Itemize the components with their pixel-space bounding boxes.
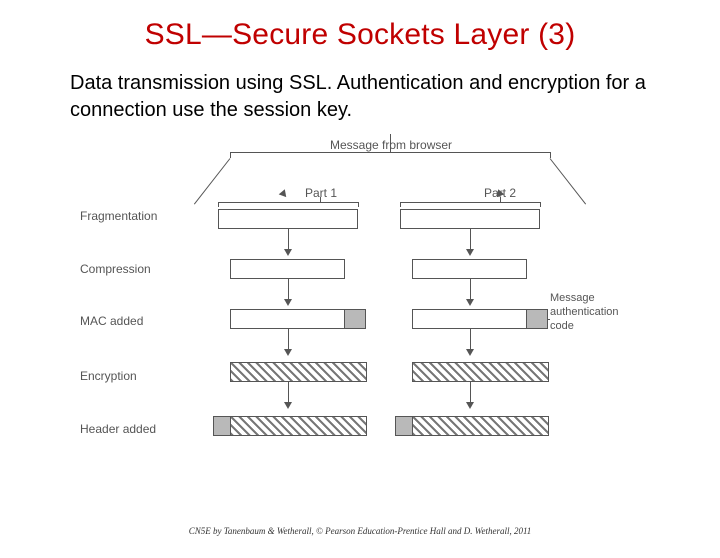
comp-bar-2 [412,259,527,279]
label-mac-side: Message authentication code [550,292,640,333]
enc-bar-2 [412,362,549,382]
enc-bar-1 [230,362,367,382]
label-encryption: Encryption [80,369,137,383]
page-subtitle: Data transmission using SSL. Authenticat… [70,70,650,124]
hdr-block-2 [395,416,413,436]
label-top: Message from browser [330,138,452,152]
label-mac: MAC added [80,314,143,328]
ssl-diagram: Message from browser Part 1 Part 2 Fragm… [80,134,640,464]
mac-block-2 [526,309,548,329]
mac-bar-2 [412,309,527,329]
frag-bar-1 [218,209,358,229]
label-part1: Part 1 [305,186,337,200]
comp-bar-1 [230,259,345,279]
mac-bar-1 [230,309,345,329]
mac-block-1 [344,309,366,329]
hdr-bar-1 [230,416,367,436]
hdr-block-1 [213,416,231,436]
label-fragmentation: Fragmentation [80,209,157,223]
footer-credit: CN5E by Tanenbaum & Wetherall, © Pearson… [0,526,720,536]
hdr-bar-2 [412,416,549,436]
frag-bar-2 [400,209,540,229]
label-compression: Compression [80,262,151,276]
label-header: Header added [80,422,156,436]
page-title: SSL—Secure Sockets Layer (3) [0,18,720,52]
